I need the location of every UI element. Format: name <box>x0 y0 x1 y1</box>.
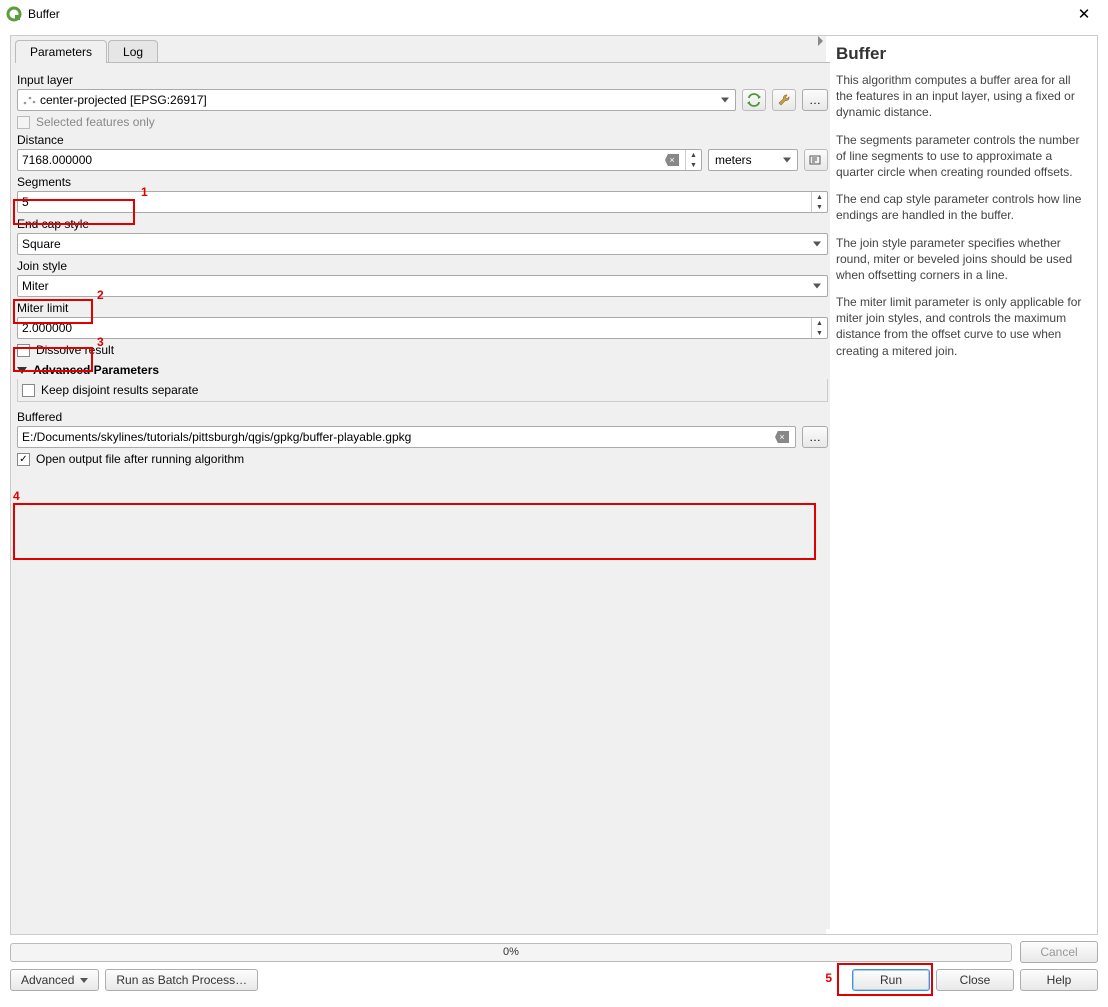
endcap-select[interactable]: Square <box>17 233 828 255</box>
advanced-header-label: Advanced Parameters <box>33 363 159 377</box>
help-p4: The join style parameter specifies wheth… <box>836 235 1087 284</box>
distance-unit: meters <box>715 153 752 167</box>
segments-spinner[interactable]: ▲▼ <box>811 192 827 212</box>
endcap-label: End cap style <box>17 217 828 231</box>
buffered-value: E:/Documents/skylines/tutorials/pittsbur… <box>22 430 411 444</box>
help-p5: The miter limit parameter is only applic… <box>836 294 1087 359</box>
point-layer-icon <box>22 94 36 106</box>
cancel-button: Cancel <box>1020 941 1098 963</box>
clear-icon[interactable]: × <box>665 154 679 166</box>
progress-bar: 0% <box>10 943 1012 962</box>
miterlimit-spinner[interactable]: ▲▼ <box>811 318 827 338</box>
close-button[interactable]: Close <box>936 969 1014 991</box>
open-output-label: Open output file after running algorithm <box>36 452 244 466</box>
selected-only-label: Selected features only <box>36 115 155 129</box>
window-title: Buffer <box>28 7 1064 21</box>
annotation-box-4 <box>13 503 816 560</box>
help-button[interactable]: Help <box>1020 969 1098 991</box>
input-browse-button[interactable]: … <box>802 89 828 111</box>
dissolve-label: Dissolve result <box>36 343 114 357</box>
distance-unit-select[interactable]: meters <box>708 149 798 171</box>
tab-parameters[interactable]: Parameters <box>15 40 107 63</box>
segments-label: Segments <box>17 175 828 189</box>
miterlimit-input[interactable]: 2.000000 ▲▼ <box>17 317 828 339</box>
data-defined-button[interactable] <box>804 149 828 171</box>
help-panel: Buffer This algorithm computes a buffer … <box>826 35 1098 935</box>
keep-disjoint-checkbox[interactable] <box>22 384 35 397</box>
triangle-down-icon <box>17 367 27 374</box>
chevron-down-icon <box>721 98 729 103</box>
open-output-checkbox[interactable]: ✓ <box>17 453 30 466</box>
bottom-bar: 0% Cancel Advanced Run as Batch Process…… <box>10 941 1098 991</box>
endcap-value: Square <box>22 237 61 251</box>
reload-icon <box>746 93 762 107</box>
miterlimit-label: Miter limit <box>17 301 828 315</box>
advanced-button-label: Advanced <box>21 973 74 987</box>
miterlimit-value: 2.000000 <box>22 321 72 335</box>
progress-text: 0% <box>503 946 519 958</box>
qgis-icon <box>6 6 22 22</box>
distance-value: 7168.000000 <box>22 153 92 167</box>
titlebar: Buffer ✕ <box>0 0 1108 28</box>
distance-spinner[interactable]: ▲▼ <box>685 150 701 170</box>
buffered-output-input[interactable]: E:/Documents/skylines/tutorials/pittsbur… <box>17 426 796 448</box>
input-layer-select[interactable]: center-projected [EPSG:26917] <box>17 89 736 111</box>
advanced-header[interactable]: Advanced Parameters <box>17 363 828 377</box>
batch-button[interactable]: Run as Batch Process… <box>105 969 258 991</box>
dissolve-checkbox[interactable] <box>17 344 30 357</box>
settings-button[interactable] <box>772 89 796 111</box>
input-layer-label: Input layer <box>17 73 828 87</box>
chevron-down-icon <box>813 242 821 247</box>
buffered-label: Buffered <box>17 410 828 424</box>
dialog-content: Parameters Log Input layer center-projec… <box>0 28 1108 1007</box>
splitter-arrow-icon <box>818 36 823 46</box>
distance-label: Distance <box>17 133 828 147</box>
segments-value: 5 <box>22 195 29 209</box>
advanced-button[interactable]: Advanced <box>10 969 99 991</box>
help-p1: This algorithm computes a buffer area fo… <box>836 72 1087 121</box>
input-layer-value: center-projected [EPSG:26917] <box>40 93 207 107</box>
help-title: Buffer <box>836 44 1087 64</box>
chevron-down-icon <box>80 978 88 983</box>
close-icon[interactable]: ✕ <box>1064 0 1104 28</box>
joinstyle-select[interactable]: Miter <box>17 275 828 297</box>
wrench-icon <box>776 92 792 108</box>
segments-input[interactable]: 5 ▲▼ <box>17 191 828 213</box>
joinstyle-value: Miter <box>22 279 49 293</box>
tab-log[interactable]: Log <box>108 40 158 63</box>
chevron-down-icon <box>783 158 791 163</box>
keep-disjoint-label: Keep disjoint results separate <box>41 383 198 397</box>
selected-only-checkbox <box>17 116 30 129</box>
chevron-down-icon <box>813 284 821 289</box>
expression-icon <box>809 153 823 167</box>
help-p2: The segments parameter controls the numb… <box>836 132 1087 181</box>
left-panel: Parameters Log Input layer center-projec… <box>10 35 835 935</box>
iterate-button[interactable] <box>742 89 766 111</box>
advanced-body: Keep disjoint results separate <box>17 379 828 402</box>
clear-icon[interactable]: × <box>775 431 789 443</box>
annotation-num-5: 5 <box>825 971 832 985</box>
annotation-num-4: 4 <box>13 489 20 503</box>
run-button[interactable]: Run <box>852 969 930 991</box>
help-p3: The end cap style parameter controls how… <box>836 191 1087 223</box>
tabs: Parameters Log <box>11 36 834 63</box>
parameters-panel: Input layer center-projected [EPSG:26917… <box>15 62 830 929</box>
output-browse-button[interactable]: … <box>802 426 828 448</box>
joinstyle-label: Join style <box>17 259 828 273</box>
distance-input[interactable]: 7168.000000 × ▲▼ <box>17 149 702 171</box>
